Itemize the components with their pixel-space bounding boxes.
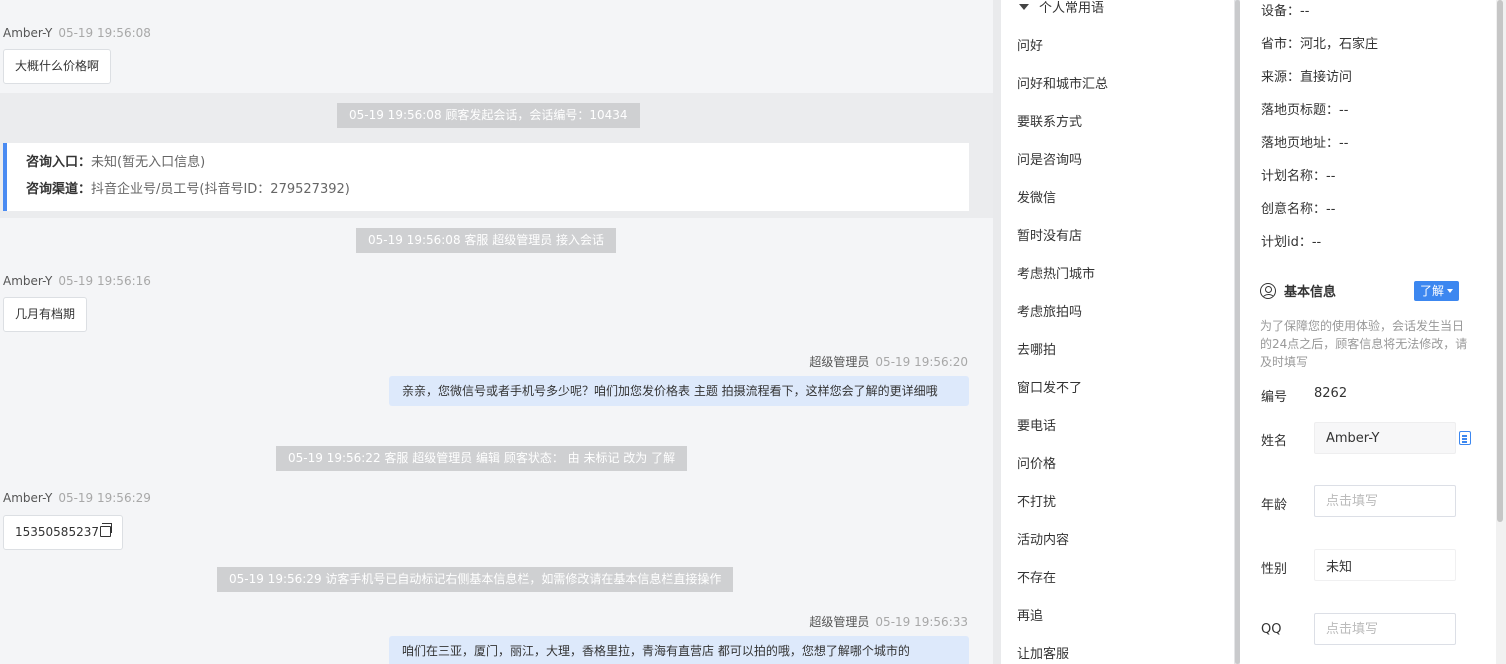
id-value: 8262: [1314, 386, 1348, 401]
name-label: 姓名: [1261, 434, 1288, 449]
incoming-message-bubble: 几月有档期: [3, 297, 88, 332]
info-creative-name: 创意名称：--: [1261, 202, 1336, 217]
message-sender: Amber-Y: [3, 26, 53, 40]
message-time: 05-19 19:56:20: [875, 355, 968, 369]
message-meta: Amber-Y 05-19 19:56:29: [3, 491, 151, 505]
channel-value: 抖音企业号/员工号(抖音号ID：279527392): [91, 182, 350, 197]
info-source: 来源：直接访问: [1261, 70, 1353, 85]
channel-label: 咨询渠道：: [26, 182, 92, 197]
phrase-item[interactable]: 窗口发不了: [1017, 377, 1082, 396]
incoming-message-bubble: 大概什么价格啊: [3, 49, 112, 84]
phrase-item[interactable]: 问好: [1017, 35, 1043, 54]
system-message: 05-19 19:56:29 访客手机号已自动标记右侧基本信息栏，如需修改请在基…: [217, 567, 734, 592]
entry-label: 咨询入口：: [26, 155, 92, 170]
gender-label: 性别: [1261, 562, 1288, 577]
phrase-item[interactable]: 发微信: [1017, 187, 1056, 206]
id-label: 编号: [1261, 390, 1288, 405]
basic-info-label: 基本信息: [1284, 285, 1337, 300]
age-label: 年龄: [1261, 498, 1288, 513]
message-sender: Amber-Y: [3, 491, 53, 505]
qq-label: QQ: [1261, 622, 1282, 637]
message-time: 05-19 19:56:29: [58, 491, 151, 505]
info-device: 设备：--: [1261, 4, 1310, 19]
phrase-item[interactable]: 活动内容: [1017, 529, 1069, 548]
message-meta: 超级管理员 05-19 19:56:33: [809, 613, 968, 630]
phrase-item[interactable]: 考虑旅拍吗: [1017, 301, 1082, 320]
phrase-item[interactable]: 让加客服: [1017, 643, 1069, 662]
age-field[interactable]: [1314, 485, 1456, 517]
basic-info-title: 基本信息: [1260, 281, 1336, 300]
user-circle-icon: [1260, 283, 1276, 299]
message-meta: Amber-Y 05-19 19:56:08: [3, 26, 151, 40]
customer-info-panel: 设备：-- 省市：河北，石家庄 来源：直接访问 落地页标题：-- 落地页地址：-…: [1240, 0, 1496, 664]
outgoing-message-bubble: 咱们在三亚，厦门，丽江，大理，香格里拉，青海有直营店 都可以拍的哦，您想了解哪个…: [389, 636, 969, 664]
customer-status-dropdown[interactable]: 了解: [1414, 281, 1460, 301]
info-plan-name: 计划名称：--: [1261, 169, 1336, 184]
info-province: 省市：河北，石家庄: [1261, 37, 1379, 52]
message-meta: 超级管理员 05-19 19:56:20: [809, 353, 968, 370]
message-time: 05-19 19:56:08: [58, 26, 151, 40]
phrase-item[interactable]: 问好和城市汇总: [1017, 73, 1108, 92]
entry-value: 未知(暂无入口信息): [91, 155, 206, 170]
phrase-item[interactable]: 不存在: [1017, 567, 1056, 586]
message-sender: Amber-Y: [3, 274, 53, 288]
message-time: 05-19 19:56:16: [58, 274, 151, 288]
phone-number-text: 15350585237: [15, 525, 99, 539]
copy-document-icon[interactable]: [1459, 431, 1471, 445]
system-message: 05-19 19:56:08 客服 超级管理员 接入会话: [356, 228, 617, 253]
phrase-item[interactable]: 不打扰: [1017, 491, 1056, 510]
phrase-item[interactable]: 问价格: [1017, 453, 1056, 472]
phrase-item[interactable]: 问是咨询吗: [1017, 149, 1082, 168]
name-field[interactable]: [1314, 422, 1456, 454]
phrase-item[interactable]: 要联系方式: [1017, 111, 1082, 130]
message-sender: 超级管理员: [809, 615, 870, 629]
phrase-item[interactable]: 暂时没有店: [1017, 225, 1082, 244]
copy-icon[interactable]: [99, 523, 112, 537]
info-plan-id: 计划id：--: [1261, 235, 1322, 250]
gender-field[interactable]: [1314, 549, 1456, 581]
message-sender: 超级管理员: [809, 355, 870, 369]
channel-row: 咨询渠道：抖音企业号/员工号(抖音号ID：279527392): [26, 179, 969, 206]
message-meta: Amber-Y 05-19 19:56:16: [3, 274, 151, 288]
edit-notice: 为了保障您的使用体验，会话发生当日的24点之后，顾客信息将无法修改，请及时填写: [1260, 319, 1468, 369]
phrase-item[interactable]: 去哪拍: [1017, 339, 1056, 358]
system-message: 05-19 19:56:22 客服 超级管理员 编辑 顾客状态： 由 未标记 改…: [276, 446, 688, 471]
phrase-item[interactable]: 要电话: [1017, 415, 1056, 434]
status-tag-label: 了解: [1420, 284, 1445, 298]
info-landing-title: 落地页标题：--: [1261, 103, 1349, 118]
entry-row: 咨询入口：未知(暂无入口信息): [26, 152, 969, 179]
phrase-group-header[interactable]: 个人常用语: [1019, 0, 1104, 16]
message-time: 05-19 19:56:33: [875, 615, 968, 629]
phrase-group-title: 个人常用语: [1039, 1, 1105, 16]
caret-down-icon: [1019, 4, 1029, 10]
qq-field[interactable]: [1314, 613, 1456, 645]
phrase-item[interactable]: 再追: [1017, 605, 1043, 624]
info-scrollbar-thumb[interactable]: [1497, 0, 1503, 522]
chat-panel: Amber-Y 05-19 19:56:08 大概什么价格啊 05-19 19:5…: [0, 0, 993, 664]
phrase-item[interactable]: 考虑热门城市: [1017, 263, 1095, 282]
system-message: 05-19 19:56:08 顾客发起会话，会话编号：10434: [337, 103, 640, 128]
common-phrases-panel: 个人常用语 问好 问好和城市汇总 要联系方式 问是咨询吗 发微信 暂时没有店 考…: [1001, 0, 1234, 664]
panel-divider[interactable]: [993, 0, 1001, 664]
outgoing-message-bubble: 亲亲，您微信号或者手机号多少呢？咱们加您发价格表 主题 拍摄流程看下，这样您会了…: [389, 376, 969, 406]
incoming-message-bubble: 15350585237: [3, 515, 123, 550]
consult-entry-card: 咨询入口：未知(暂无入口信息) 咨询渠道：抖音企业号/员工号(抖音号ID：279…: [3, 143, 969, 211]
info-landing-url: 落地页地址：--: [1261, 136, 1349, 151]
caret-down-icon: [1447, 289, 1454, 293]
